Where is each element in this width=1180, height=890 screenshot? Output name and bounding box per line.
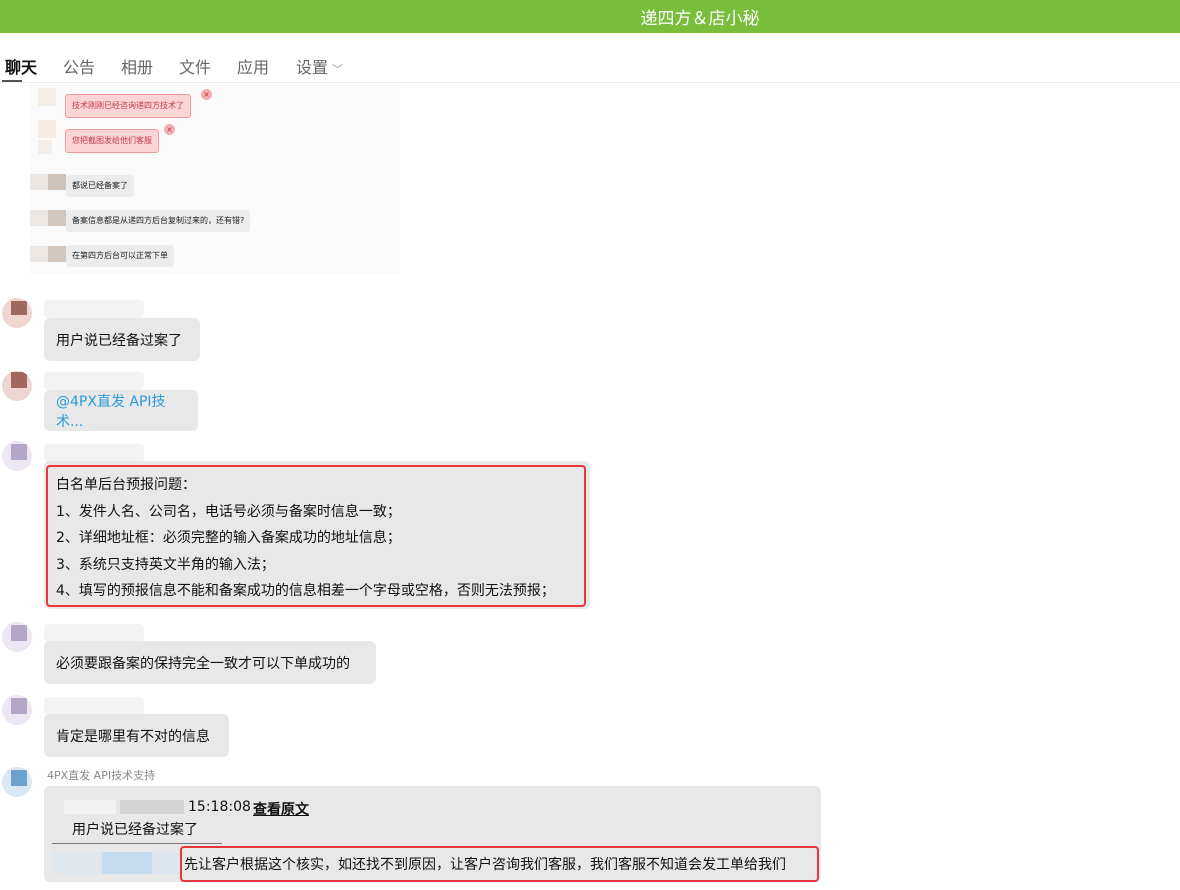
blurred-avatar [48, 246, 66, 262]
avatar[interactable] [2, 695, 32, 725]
message-bubble[interactable]: 必须要跟备案的保持完全一致才可以下单成功的 [44, 641, 376, 684]
shared-screenshot-image[interactable]: 技术刚刚已经咨询递四方技术了 × 您把截图发给他们客服 × 都说已经备案了 备案… [30, 84, 400, 274]
blurred-avatar [48, 210, 66, 226]
embedded-message: 在第四方后台可以正常下单 [66, 245, 174, 267]
quoted-text: 用户说已经备过案了 [72, 822, 198, 838]
view-original-link[interactable]: 查看原文 [253, 799, 309, 819]
tab-album[interactable]: 相册 [121, 54, 153, 78]
rule-item: 4、填写的预报信息不能和备案成功的信息相差一个字母或空格，否则无法预报； [56, 583, 555, 599]
tab-settings-label: 设置 [296, 58, 329, 77]
tab-files[interactable]: 文件 [179, 54, 211, 78]
blurred-avatar [48, 174, 66, 190]
window-titlebar: 递四方＆店小秘 [0, 0, 1180, 33]
tab-bar: 聊天 公告 相册 文件 应用 设置 ﹀ [0, 33, 1180, 83]
blurred-sender-name [44, 624, 144, 642]
blurred-mention [102, 852, 152, 874]
blurred-avatar [38, 140, 52, 154]
sender-name: 4PX直发 API技术支持 [47, 769, 156, 782]
tab-notice[interactable]: 公告 [63, 54, 95, 78]
quote-divider [52, 843, 222, 844]
quote-timestamp: 15:18:08 [188, 799, 251, 815]
blurred-sender-name [44, 300, 144, 318]
message-bubble[interactable]: 肯定是哪里有不对的信息 [44, 714, 229, 757]
chevron-down-icon: ﹀ [332, 63, 344, 76]
blurred-mention [52, 852, 102, 874]
close-icon: × [201, 89, 212, 100]
window-title: 递四方＆店小秘 [640, 9, 760, 29]
tab-settings[interactable]: 设置 ﹀ [296, 54, 343, 78]
rule-item: 3、系统只支持英文半角的输入法； [56, 557, 275, 573]
blurred-sender-name [44, 444, 144, 462]
embedded-message: 技术刚刚已经咨询递四方技术了 [65, 94, 191, 118]
blurred-quoted-name [64, 800, 116, 814]
avatar[interactable] [2, 441, 32, 471]
active-tab-indicator [2, 80, 22, 82]
blurred-quoted-name [120, 800, 184, 814]
embedded-message: 备案信息都是从递四方后台复制过来的，还有错? [66, 210, 251, 232]
blurred-sender-name [44, 372, 144, 390]
blurred-avatar [38, 120, 56, 138]
avatar[interactable] [2, 371, 32, 401]
message-bubble[interactable]: 用户说已经备过案了 [44, 318, 200, 361]
mention-link-bubble[interactable]: @4PX直发 API技术... [44, 390, 198, 431]
embedded-message: 都说已经备案了 [66, 175, 134, 197]
blurred-sender-name [44, 697, 144, 715]
avatar[interactable] [2, 298, 32, 328]
tab-apps[interactable]: 应用 [237, 54, 269, 78]
rule-item: 2、详细地址框：必须完整的输入备案成功的地址信息； [56, 530, 401, 546]
highlight-box [180, 846, 819, 882]
tab-chat[interactable]: 聊天 [5, 54, 37, 78]
rule-item: 1、发件人名、公司名，电话号必须与备案时信息一致； [56, 504, 401, 520]
blurred-avatar [38, 88, 56, 106]
rules-title: 白名单后台预报问题： [56, 477, 196, 493]
blurred-mention [152, 852, 182, 874]
avatar[interactable] [2, 767, 32, 797]
close-icon: × [164, 124, 175, 135]
embedded-message: 您把截图发给他们客服 [65, 129, 159, 153]
avatar[interactable] [2, 622, 32, 652]
